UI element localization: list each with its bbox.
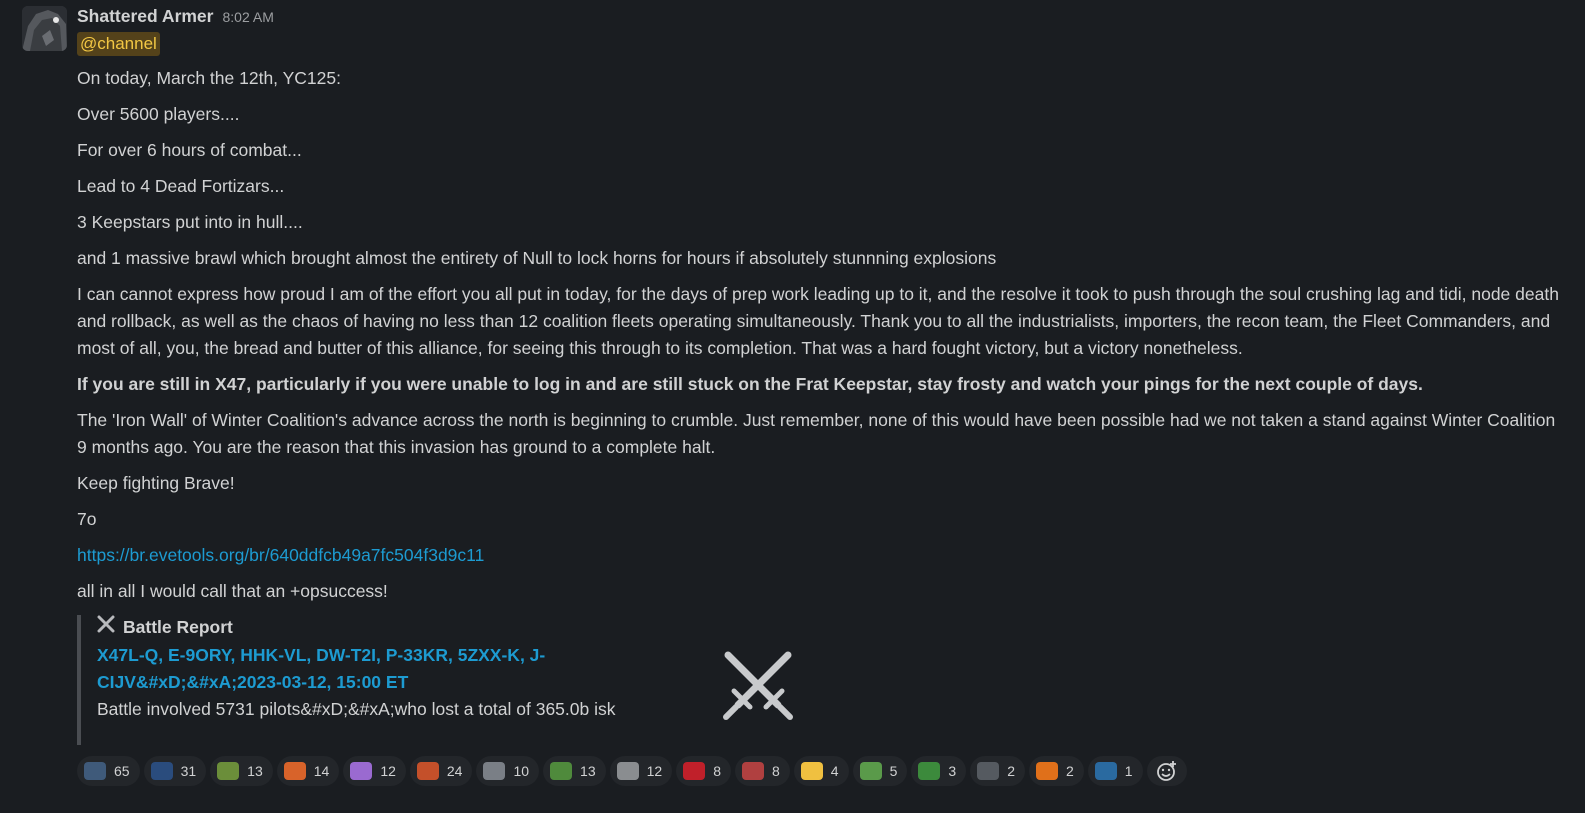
reaction-emoji-icon (416, 762, 439, 780)
message-paragraph: 3 Keepstars put into in hull.... (77, 212, 303, 232)
message: Shattered Armer 8:02 AM @channel On toda… (0, 0, 1585, 786)
reaction-emoji-icon (1094, 762, 1117, 780)
reaction-emoji-icon (84, 762, 106, 780)
reaction-count: 3 (948, 763, 957, 779)
preview-title-row: Battle Report (97, 615, 1565, 639)
reaction-count: 8 (713, 763, 721, 779)
message-content: Shattered Armer 8:02 AM @channel On toda… (77, 6, 1565, 786)
reaction-count: 24 (446, 763, 463, 779)
reaction-pill[interactable]: 12 (609, 756, 673, 786)
reaction-count: 1 (1124, 763, 1133, 779)
reaction-emoji-icon (1035, 762, 1058, 780)
reaction-count: 2 (1065, 763, 1074, 779)
reaction-pill[interactable]: 14 (276, 756, 340, 786)
preview-description: Battle involved 5731 pilots&#xD;&#xA;who… (97, 699, 616, 719)
reaction-pill[interactable]: 5 (852, 756, 908, 786)
reaction-count: 31 (180, 763, 197, 779)
reaction-count: 5 (889, 763, 898, 779)
message-paragraph-bold: If you are still in X47, particularly if… (77, 374, 1423, 394)
link-preview: Battle Report X47L-Q, E-9ORY, HHK-VL, DW… (77, 615, 1565, 745)
preview-title: Battle Report (123, 617, 233, 637)
reaction-emoji-icon (150, 762, 173, 780)
reaction-emoji-icon (918, 762, 941, 780)
reaction-count: 13 (247, 763, 263, 779)
reaction-pill[interactable]: 31 (143, 756, 207, 786)
add-reaction-icon (1156, 761, 1176, 781)
message-header: Shattered Armer 8:02 AM (77, 6, 1565, 28)
reaction-pill[interactable]: 13 (543, 756, 606, 786)
reaction-count: 14 (313, 763, 330, 779)
reaction-count: 65 (114, 763, 130, 779)
crossed-swords-thumbnail-icon[interactable] (718, 645, 798, 725)
timestamp[interactable]: 8:02 AM (222, 9, 273, 25)
reaction-emoji-icon (859, 762, 882, 780)
reaction-pill[interactable]: 24 (409, 756, 473, 786)
reaction-pill[interactable]: 13 (210, 756, 273, 786)
reaction-emoji-icon (616, 762, 639, 780)
reaction-pill[interactable]: 1 (1087, 756, 1143, 786)
reaction-emoji-icon (283, 762, 306, 780)
reaction-pill[interactable]: 2 (1028, 756, 1084, 786)
message-paragraph: I can cannot express how proud I am of t… (77, 284, 1559, 358)
message-paragraph: The 'Iron Wall' of Winter Coalition's ad… (77, 410, 1556, 457)
message-paragraph: Over 5600 players.... (77, 104, 240, 124)
reaction-emoji-icon (800, 762, 823, 780)
reaction-pill[interactable]: 2 (970, 756, 1025, 786)
reaction-emoji-icon (742, 762, 764, 780)
message-paragraph: all in all I would call that an +opsucce… (77, 581, 388, 601)
reaction-emoji-icon (217, 762, 240, 780)
reaction-count: 12 (646, 763, 663, 779)
channel-mention[interactable]: @channel (77, 32, 160, 56)
reaction-pill[interactable]: 8 (735, 756, 790, 786)
message-paragraph: Lead to 4 Dead Fortizars... (77, 176, 285, 196)
reaction-pill[interactable]: 65 (77, 756, 140, 786)
reaction-count: 13 (580, 763, 596, 779)
message-paragraph: On today, March the 12th, YC125: (77, 68, 341, 88)
reaction-count: 4 (830, 763, 839, 779)
reaction-emoji-icon (350, 762, 373, 780)
reactions-bar: 65 31 13 14 12 24 10 13 12 8 8 4 5 3 2 2 1 (77, 756, 1565, 786)
battle-report-link[interactable]: https://br.evetools.org/br/640ddfcb49a7f… (77, 545, 484, 565)
add-reaction-button[interactable] (1146, 756, 1187, 786)
message-paragraph: 7o (77, 509, 97, 529)
reaction-pill[interactable]: 4 (793, 756, 849, 786)
reaction-emoji-icon (550, 762, 573, 780)
message-paragraph: and 1 massive brawl which brought almost… (77, 248, 997, 268)
reaction-count: 10 (513, 763, 530, 779)
reaction-count: 12 (380, 763, 396, 779)
reaction-emoji-icon (977, 762, 1000, 780)
reaction-pill[interactable]: 8 (676, 756, 731, 786)
reaction-pill[interactable]: 10 (476, 756, 540, 786)
reaction-emoji-icon (683, 762, 706, 780)
reaction-pill[interactable]: 3 (911, 756, 967, 786)
avatar[interactable] (22, 6, 67, 51)
message-paragraph: For over 6 hours of combat... (77, 140, 302, 160)
preview-link[interactable]: X47L-Q, E-9ORY, HHK-VL, DW-T2I, P-33KR, … (97, 642, 597, 696)
reaction-count: 8 (772, 763, 780, 779)
author-name[interactable]: Shattered Armer (77, 6, 213, 27)
message-paragraph: Keep fighting Brave! (77, 473, 235, 493)
reaction-count: 2 (1007, 763, 1015, 779)
reaction-emoji-icon (483, 762, 506, 780)
reaction-pill[interactable]: 12 (343, 756, 406, 786)
crossed-swords-icon (97, 615, 115, 639)
